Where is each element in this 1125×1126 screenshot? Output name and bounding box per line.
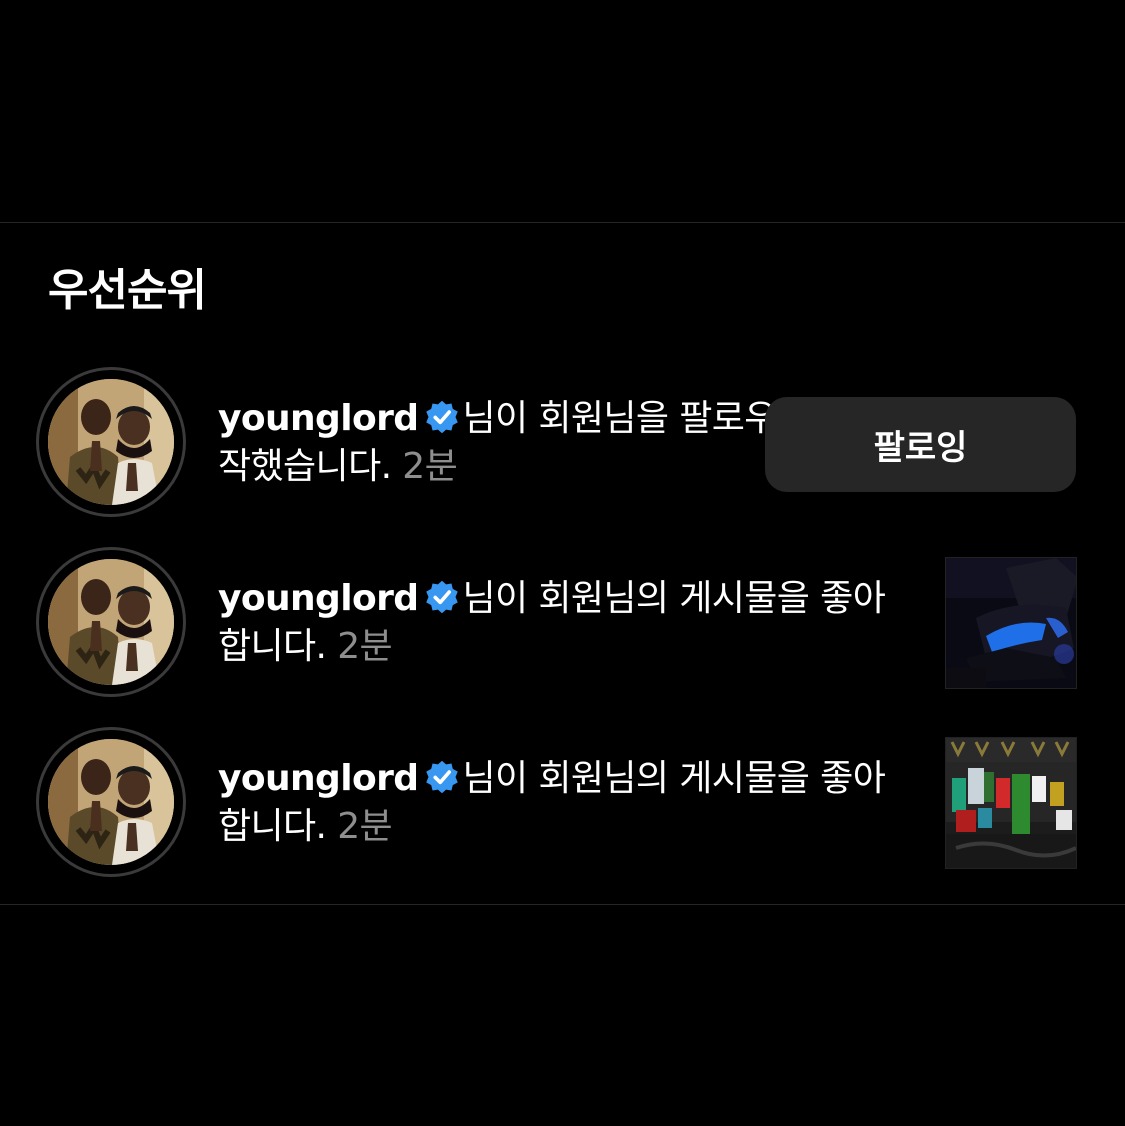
avatar[interactable] <box>36 547 186 697</box>
avatar-photo <box>48 559 174 685</box>
avatar-photo <box>48 379 174 505</box>
avatar[interactable] <box>36 367 186 517</box>
verified-badge-icon <box>426 400 459 434</box>
notification-row[interactable]: younglord 님이 회원님의 게시물을 좋아합니다. 2분 <box>0 727 1125 887</box>
timestamp: 2분 <box>402 446 458 487</box>
verified-badge-icon <box>426 760 459 794</box>
username[interactable]: younglord <box>218 398 419 439</box>
section-title: 우선순위 <box>48 265 207 316</box>
notification-row[interactable]: younglord 님이 회원님을 팔로우하기 시작했습니다. 2분 팔로잉 <box>0 367 1125 527</box>
post-thumbnail-clothing <box>946 738 1076 868</box>
verified-badge-icon <box>426 580 459 614</box>
timestamp: 2분 <box>337 806 393 847</box>
notification-row[interactable]: younglord 님이 회원님의 게시물을 좋아합니다. 2분 <box>0 547 1125 707</box>
timestamp: 2분 <box>337 626 393 667</box>
username[interactable]: younglord <box>218 758 419 799</box>
post-thumbnail[interactable] <box>945 737 1077 869</box>
top-divider <box>0 222 1125 223</box>
bottom-divider <box>0 904 1125 905</box>
notification-text: younglord 님이 회원님의 게시물을 좋아합니다. 2분 <box>218 755 908 851</box>
post-thumbnail[interactable] <box>945 557 1077 689</box>
post-thumbnail-shoe <box>946 558 1076 688</box>
notification-text: younglord 님이 회원님의 게시물을 좋아합니다. 2분 <box>218 575 908 671</box>
following-button[interactable]: 팔로잉 <box>765 397 1076 492</box>
username[interactable]: younglord <box>218 578 419 619</box>
avatar-photo <box>48 739 174 865</box>
avatar[interactable] <box>36 727 186 877</box>
